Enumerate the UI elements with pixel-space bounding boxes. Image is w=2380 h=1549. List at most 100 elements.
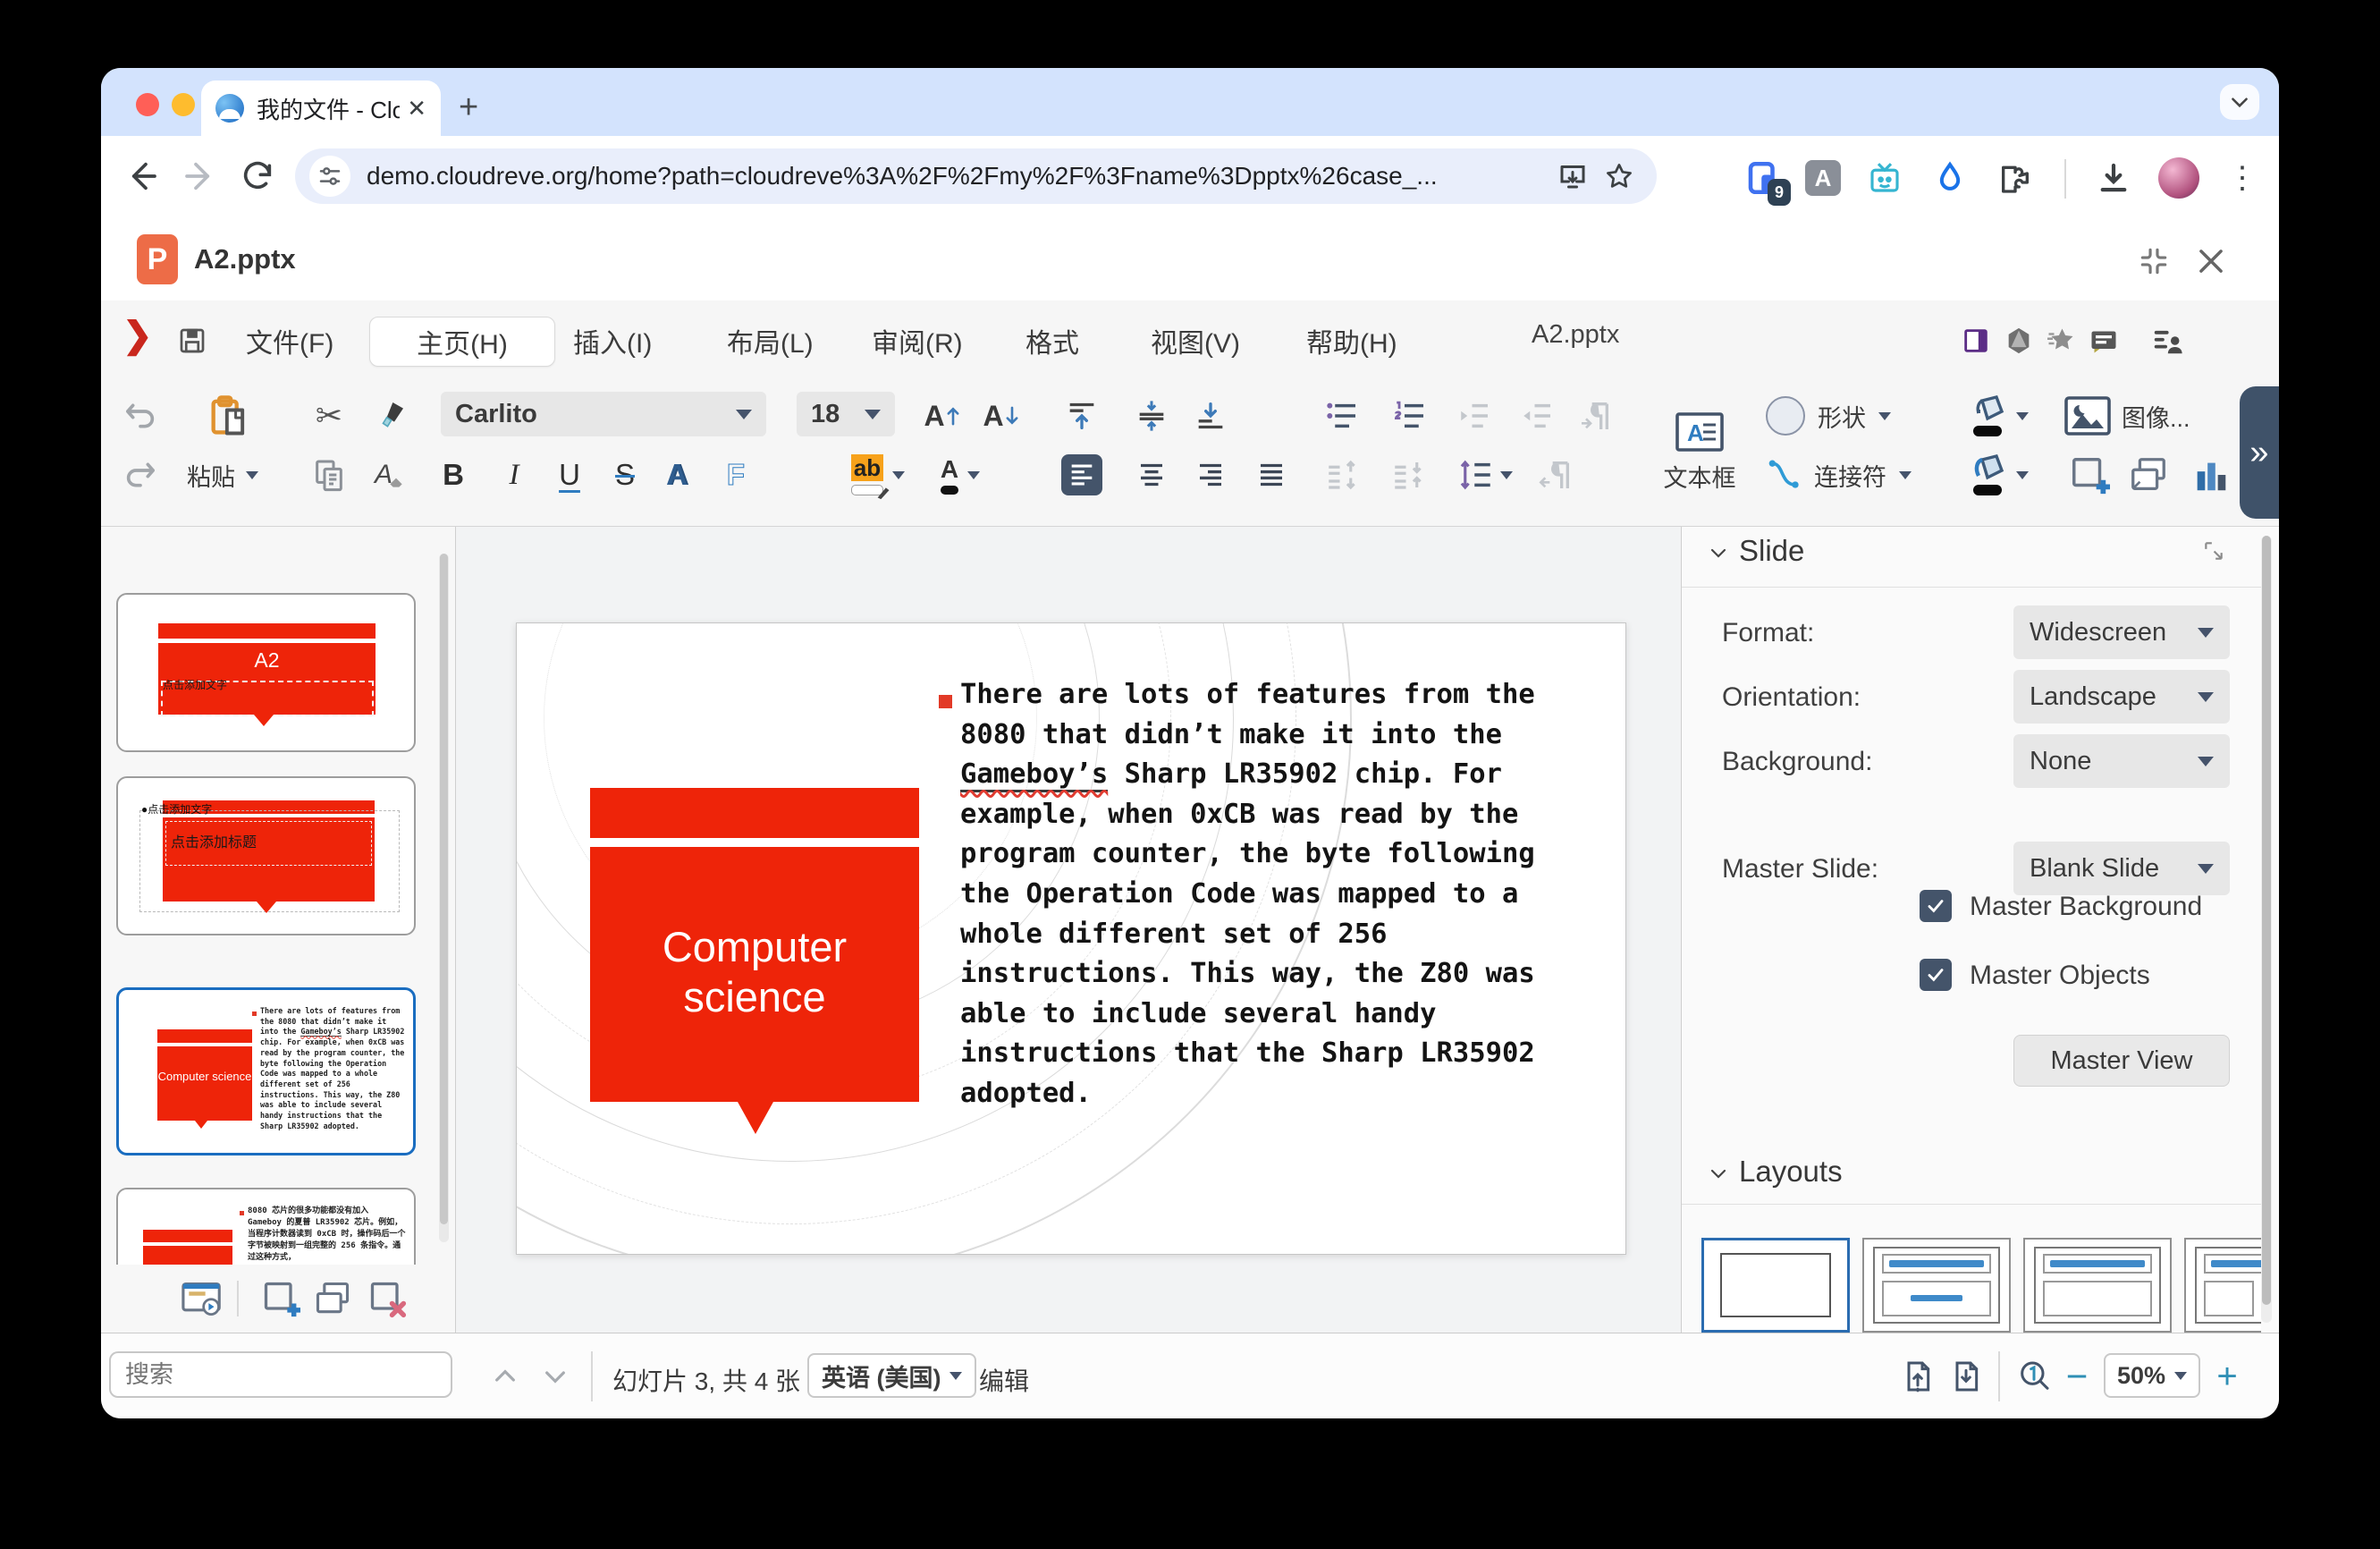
callout-top-bar-shape[interactable] [590,788,919,838]
toolbar-more-button[interactable]: » [2240,386,2279,519]
highlight-color-button[interactable]: ab [848,449,907,501]
copy-icon[interactable] [308,449,350,501]
fit-slide-button[interactable] [1896,1355,1939,1398]
menu-view[interactable]: 视图(V) [1142,317,1249,365]
close-window-button[interactable] [136,93,159,116]
search-next-button[interactable] [536,1359,575,1394]
paragraph-settings-button[interactable] [1532,449,1580,501]
browser-menu-icon[interactable]: ⋮ [2222,157,2263,199]
install-app-icon[interactable] [1549,160,1596,192]
menu-home[interactable]: 主页(H) [369,317,555,367]
collaboration-icon[interactable] [2141,317,2193,365]
collapse-section-icon[interactable] [1705,539,1732,566]
close-viewer-icon[interactable] [2191,241,2231,281]
master-view-button[interactable]: Master View [2013,1035,2230,1087]
decrease-indent-button[interactable] [1514,392,1562,440]
redo-button[interactable] [120,449,161,501]
move-slide-up-button[interactable] [1319,449,1367,501]
slide-body-text[interactable]: There are lots of features from the 8080… [960,675,1550,1114]
menu-format[interactable]: 格式 [1017,317,1088,365]
zoom-out-button[interactable]: − [2057,1355,2097,1397]
numbered-list-button[interactable] [1387,392,1435,440]
extension-tv-icon[interactable] [1864,157,1905,199]
align-left-button[interactable] [1059,449,1104,501]
shapes-button[interactable]: 形状 [1766,392,1891,440]
sidebar-scrollbar[interactable] [2261,536,2272,1323]
collapse-layouts-icon[interactable] [1705,1160,1732,1187]
menu-review[interactable]: 审阅(R) [863,317,972,365]
align-justify-button[interactable] [1249,449,1294,501]
image-button[interactable]: 图像... [2064,392,2190,440]
save-button[interactable] [167,317,217,365]
font-color-caret[interactable] [967,470,981,479]
extensions-puzzle-icon[interactable] [1995,157,2036,199]
extension-a-icon[interactable]: A [1802,157,1844,199]
duplicate-slide-button[interactable] [2123,449,2173,501]
format-select[interactable]: Widescreen [2013,605,2230,659]
back-button[interactable] [121,156,162,197]
orientation-select[interactable]: Landscape [2013,670,2230,724]
slide-canvas[interactable]: Computer science There are lots of featu… [456,527,1681,1333]
move-slide-down-button[interactable] [1385,449,1433,501]
paste-dropdown-caret[interactable] [246,470,258,479]
increase-indent-button[interactable] [1451,392,1499,440]
menu-insert[interactable]: 插入(I) [564,317,661,365]
minimize-window-button[interactable] [172,93,195,116]
theme-toggle-icon[interactable] [1952,317,2000,365]
connector-caret[interactable] [1899,470,1912,479]
menu-layout[interactable]: 布局(L) [718,317,823,365]
align-center-button[interactable] [1129,449,1174,501]
site-settings-icon[interactable] [309,156,350,197]
downloads-icon[interactable] [2093,157,2134,199]
superscript-button[interactable]: A [657,449,696,501]
advanced-settings-icon[interactable] [2199,536,2229,566]
outline-color-caret[interactable] [2016,411,2029,420]
fit-width-button[interactable] [1945,1355,1988,1398]
slide-thumbnail-4[interactable]: Computer science 8080 芯片的很多功能都没有加入 Gameb… [116,1188,416,1265]
duplicate-slide-panel-button[interactable] [310,1277,355,1320]
paragraph-direction-button[interactable] [1571,392,1619,440]
slide-editing-area[interactable]: Computer science There are lots of featu… [516,622,1626,1255]
zoom-in-button[interactable]: + [2207,1357,2247,1396]
strikethrough-button[interactable]: S [605,449,645,501]
valign-bottom-button[interactable] [1188,392,1233,440]
chart-button[interactable] [2184,449,2238,501]
extension-password-icon[interactable]: 9 [1743,157,1791,206]
master-objects-checkbox[interactable] [1920,959,1952,991]
italic-button[interactable]: I [494,449,534,501]
highlight-caret[interactable] [892,470,906,479]
shapes-caret[interactable] [1878,411,1891,420]
new-tab-button[interactable]: + [459,88,478,127]
fill-color-caret[interactable] [2016,470,2029,479]
callout-title-shape[interactable]: Computer science [590,847,919,1102]
forward-button[interactable] [180,156,221,197]
paste-button[interactable]: 粘贴 [187,449,258,501]
master-background-checkbox[interactable] [1920,890,1952,922]
zoom-level-select[interactable]: 50% [2104,1353,2200,1398]
callout-title-text[interactable]: Computer science [638,922,871,1022]
increase-font-button[interactable]: A [920,392,965,440]
layout-title-only[interactable] [2023,1238,2172,1333]
reload-button[interactable] [237,156,278,197]
slide-thumbnail-1[interactable]: A2 点击添加文字 [116,593,416,752]
exit-fullscreen-icon[interactable] [2134,241,2173,281]
underline-button[interactable]: U [550,449,589,501]
add-slide-panel-button[interactable] [258,1277,303,1320]
language-select[interactable]: 英语 (美国) [807,1353,977,1398]
textbox-button[interactable]: A 文本框 [1657,388,1743,515]
format-painter-icon[interactable] [369,392,410,440]
bullet-list-button[interactable] [1319,392,1367,440]
paste-icon[interactable] [198,392,260,440]
font-effects-button[interactable]: F [716,449,755,501]
thumbnails-scrollbar[interactable] [439,554,449,1242]
menu-file[interactable]: 文件(F) [237,317,342,365]
line-spacing-caret[interactable] [1500,470,1513,479]
address-bar[interactable]: demo.cloudreve.org/home?path=cloudreve%3… [295,148,1657,204]
layout-blank-selected[interactable] [1701,1238,1850,1333]
browser-tab[interactable]: 我的文件 - Cloudreve ✕ [201,80,441,136]
tab-search-button[interactable] [2220,84,2259,120]
undo-button[interactable] [120,392,161,440]
delete-slide-button[interactable] [365,1277,409,1320]
font-color-button[interactable]: A [931,449,990,501]
layout-two-content[interactable] [2184,1238,2261,1333]
